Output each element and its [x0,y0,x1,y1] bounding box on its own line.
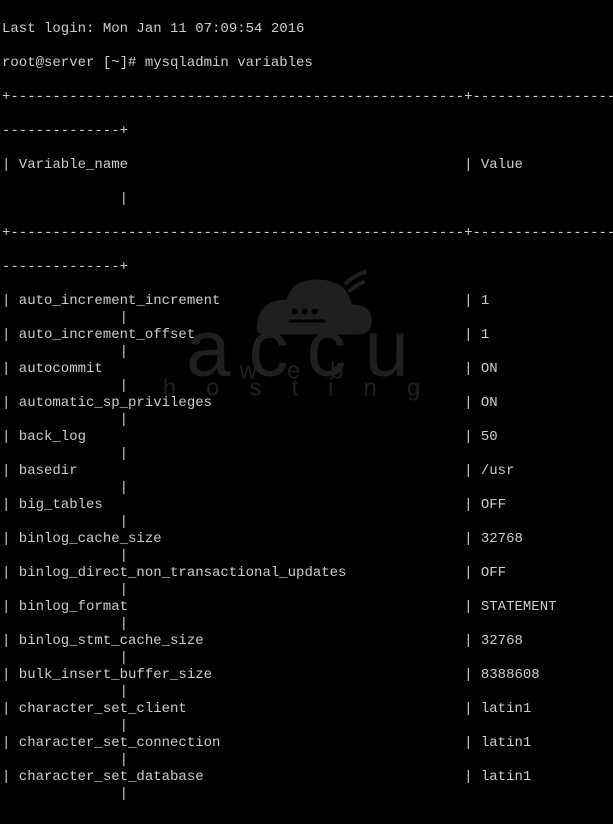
table-row-cont: | [2,548,611,565]
border-line: +---------------------------------------… [2,225,611,242]
table-row: | big_tables | OFF [2,497,611,514]
table-row: | auto_increment_increment | 1 [2,293,611,310]
table-row-cont: | [2,752,611,769]
table-row: | character_set_database | latin1 [2,769,611,786]
table-row: | character_set_connection | latin1 [2,735,611,752]
table-rows: | auto_increment_increment | 1 || auto_i… [2,293,611,803]
table-row: | autocommit | ON [2,361,611,378]
table-row: | bulk_insert_buffer_size | 8388608 [2,667,611,684]
table-row-cont: | [2,310,611,327]
table-row-cont: | [2,514,611,531]
table-row: | binlog_format | STATEMENT [2,599,611,616]
header-cont-line: | [2,191,611,208]
table-row-cont: | [2,684,611,701]
table-row-cont: | [2,446,611,463]
border-cont-line: --------------+ [2,259,611,276]
table-row-cont: | [2,378,611,395]
table-row-cont: | [2,480,611,497]
table-row-cont: | [2,412,611,429]
table-row-cont: | [2,786,611,803]
table-row-cont: | [2,344,611,361]
terminal-output: Last login: Mon Jan 11 07:09:54 2016 roo… [0,0,613,824]
table-row-cont: | [2,718,611,735]
table-row: | back_log | 50 [2,429,611,446]
table-row: | basedir | /usr [2,463,611,480]
table-row: | character_set_client | latin1 [2,701,611,718]
table-row: | binlog_direct_non_transactional_update… [2,565,611,582]
table-row: | binlog_cache_size | 32768 [2,531,611,548]
prompt-line: root@server [~]# mysqladmin variables [2,55,611,72]
table-row-cont: | [2,582,611,599]
table-row: | binlog_stmt_cache_size | 32768 [2,633,611,650]
table-row: | automatic_sp_privileges | ON [2,395,611,412]
table-row-cont: | [2,616,611,633]
border-cont-line: --------------+ [2,123,611,140]
border-line: +---------------------------------------… [2,89,611,106]
last-login-line: Last login: Mon Jan 11 07:09:54 2016 [2,21,611,38]
header-line: | Variable_name | Value [2,157,611,174]
table-row: | auto_increment_offset | 1 [2,327,611,344]
table-row-cont: | [2,650,611,667]
